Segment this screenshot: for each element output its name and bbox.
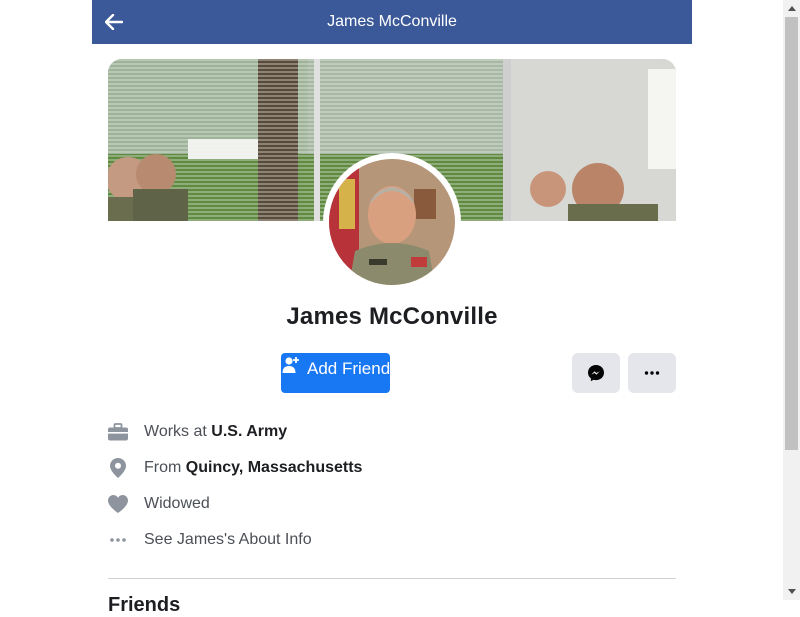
ellipsis-icon	[108, 530, 128, 550]
info-hometown: From Quincy, Massachusetts	[108, 456, 668, 480]
back-button[interactable]	[102, 10, 126, 34]
section-divider	[108, 578, 676, 579]
work-prefix: Works at	[144, 423, 212, 440]
triangle-up-icon	[787, 6, 796, 11]
profile-picture[interactable]	[329, 159, 455, 285]
scroll-down-arrow[interactable]	[783, 583, 800, 600]
profile-picture-frame	[323, 153, 461, 291]
scroll-up-arrow[interactable]	[783, 0, 800, 17]
arrow-left-icon	[105, 14, 123, 30]
more-options-button[interactable]	[628, 353, 676, 393]
see-about-info-link[interactable]: See James's About Info	[108, 528, 668, 552]
briefcase-icon	[108, 422, 128, 442]
message-button[interactable]	[572, 353, 620, 393]
location-pin-icon	[108, 458, 128, 478]
heart-icon	[108, 494, 128, 514]
add-friend-label: Add Friend	[307, 359, 391, 378]
triangle-down-icon	[787, 589, 796, 594]
relationship-status: Widowed	[144, 495, 210, 512]
from-prefix: From	[144, 459, 186, 476]
add-friend-button[interactable]: Add Friend	[281, 353, 390, 393]
from-value[interactable]: Quincy, Massachusetts	[186, 459, 363, 477]
work-value[interactable]: U.S. Army	[211, 423, 287, 441]
header-title: James McConville	[327, 13, 457, 30]
info-work: Works at U.S. Army	[108, 420, 668, 444]
top-bar: James McConville	[92, 0, 692, 44]
vertical-scrollbar[interactable]	[783, 0, 800, 600]
messenger-icon	[588, 365, 604, 382]
scrollbar-thumb[interactable]	[785, 17, 798, 450]
ellipsis-icon	[644, 371, 660, 375]
profile-name: James McConville	[286, 303, 498, 330]
about-link-label: See James's About Info	[144, 531, 312, 548]
info-relationship: Widowed	[108, 492, 668, 516]
friends-section-title: Friends	[108, 594, 181, 616]
add-person-icon	[282, 356, 300, 379]
